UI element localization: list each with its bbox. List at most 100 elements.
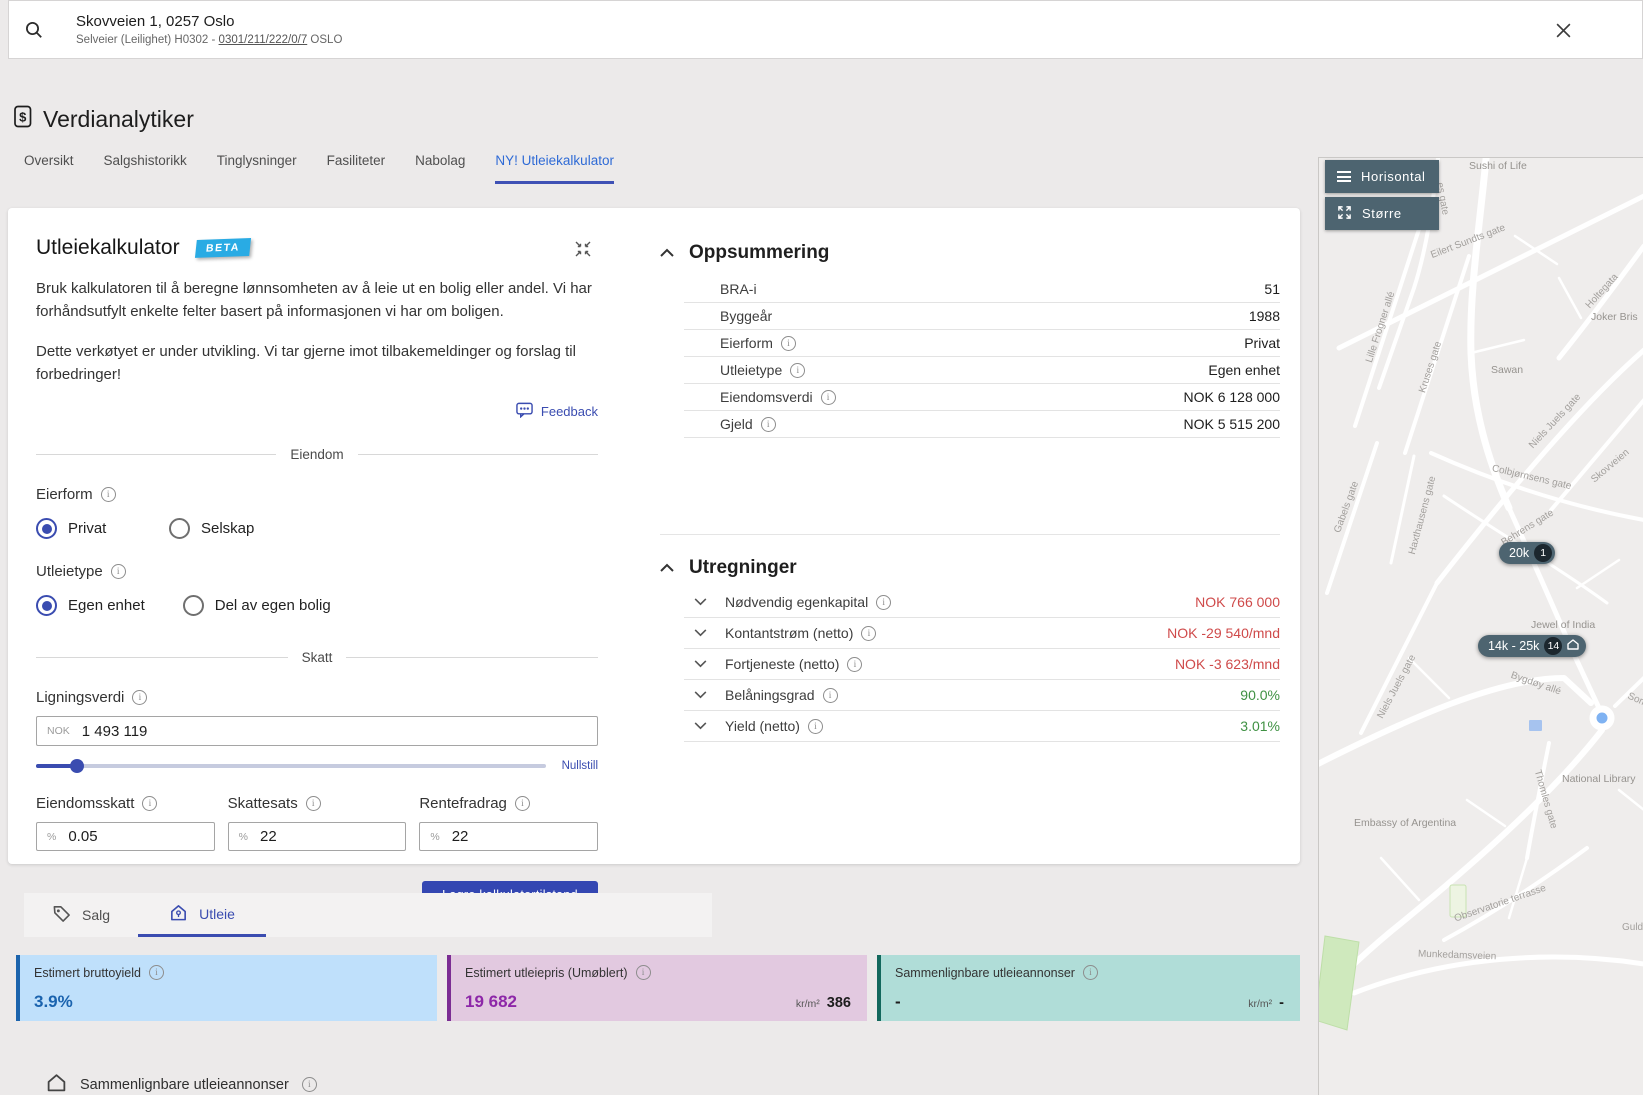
row-value: NOK -29 540/mnd [1167, 625, 1280, 641]
row-value: 3.01% [1240, 718, 1280, 734]
eiendomsskatt-input[interactable]: % 0.05 [36, 822, 215, 851]
skattesats-input[interactable]: % 22 [228, 822, 407, 851]
info-icon[interactable] [876, 595, 891, 610]
feedback-link[interactable]: Feedback [36, 402, 598, 421]
radio-label: Del av egen bolig [215, 597, 331, 614]
expandable-row[interactable]: Kontantstrøm (netto) NOK -29 540/mnd [684, 618, 1280, 649]
eierform-label: Eierform [36, 486, 93, 503]
calculations-title: Utregninger [689, 557, 797, 579]
table-row: Utleietype Egen enhet [684, 357, 1280, 384]
info-icon[interactable] [515, 796, 530, 811]
row-value: NOK -3 623/mnd [1175, 656, 1280, 672]
info-icon[interactable] [861, 626, 876, 641]
tab-utleie[interactable]: Utleie [138, 893, 266, 937]
tab-tinglysninger[interactable]: Tinglysninger [217, 153, 297, 184]
map-price-marker[interactable]: 14k - 25k 14 [1478, 635, 1586, 657]
tab-oversikt[interactable]: Oversikt [24, 153, 74, 184]
info-icon[interactable] [847, 657, 862, 672]
radio-egen-enhet[interactable]: Egen enhet [36, 595, 145, 616]
map-poi-label: Sushi of Life [1469, 160, 1527, 172]
cadastre-link[interactable]: 0301/211/222/0/7 [219, 34, 308, 46]
radio-privat[interactable]: Privat [36, 518, 131, 539]
column-divider [660, 534, 1280, 535]
radio-selskap[interactable]: Selskap [169, 518, 264, 539]
info-icon[interactable] [761, 417, 776, 432]
info-icon[interactable] [111, 564, 126, 579]
info-icon[interactable] [823, 688, 838, 703]
row-value: 51 [1264, 281, 1280, 297]
rentefradrag-input[interactable]: % 22 [419, 822, 598, 851]
card-label: Estimert utleiepris (Umøblert) [465, 966, 628, 980]
chat-icon [516, 402, 533, 421]
expandable-row[interactable]: Belåningsgrad 90.0% [684, 680, 1280, 711]
comparable-listings-row[interactable]: Sammenlignbare utleieannonser [46, 1072, 317, 1095]
info-icon[interactable] [302, 1077, 317, 1092]
svg-text:$: $ [19, 110, 27, 125]
table-row: Gjeld NOK 5 515 200 [684, 411, 1280, 438]
expand-icon [1337, 205, 1352, 223]
table-row: BRA-i 51 [684, 276, 1280, 303]
info-icon[interactable] [790, 363, 805, 378]
map-panel[interactable]: Sushi of Life es gate Eilert Sundts gate… [1318, 157, 1643, 1095]
info-icon[interactable] [306, 796, 321, 811]
ligningsverdi-slider[interactable] [36, 759, 546, 773]
info-icon[interactable] [101, 487, 116, 502]
tab-nabolag[interactable]: Nabolag [415, 153, 465, 184]
search-icon[interactable] [24, 20, 44, 40]
main-tabs: Oversikt Salgshistorikk Tinglysninger Fa… [24, 153, 614, 184]
utleietype-radio-group: Egen enhet Del av egen bolig [36, 595, 598, 616]
info-icon[interactable] [781, 336, 796, 351]
tab-salgshistorikk[interactable]: Salgshistorikk [104, 153, 187, 184]
unit-label: kr/m² [796, 998, 820, 1010]
intro-paragraph-2: Dette verkøtyet er under utvikling. Vi t… [36, 341, 598, 386]
radio-del-av-egen-bolig[interactable]: Del av egen bolig [183, 595, 331, 616]
marker-price: 14k - 25k [1488, 639, 1539, 653]
tab-salg[interactable]: Salg [24, 893, 138, 937]
info-icon[interactable] [149, 965, 164, 980]
storre-button[interactable]: Større [1325, 197, 1439, 230]
info-icon[interactable] [808, 719, 823, 734]
collapse-icon[interactable] [574, 240, 592, 263]
nullstill-link[interactable]: Nullstill [562, 760, 598, 772]
row-label: Utleietype [720, 362, 782, 378]
expandable-row[interactable]: Yield (netto) 3.01% [684, 711, 1280, 742]
expandable-row[interactable]: Fortjeneste (netto) NOK -3 623/mnd [684, 649, 1280, 680]
salg-utleie-tabs: Salg Utleie [24, 893, 712, 937]
row-value: 1988 [1249, 308, 1280, 324]
card-value: 3.9% [34, 992, 73, 1012]
row-label: Fortjeneste (netto) [725, 656, 839, 672]
info-icon[interactable] [636, 965, 651, 980]
slider-thumb[interactable] [70, 759, 84, 773]
chevron-down-icon [694, 691, 707, 699]
row-label: Byggeår [720, 308, 772, 324]
summary-rows: BRA-i 51 Byggeår 1988 Eierform Privat Ut… [684, 276, 1280, 438]
close-icon[interactable] [1555, 22, 1572, 44]
row-value: NOK 6 128 000 [1183, 389, 1280, 405]
info-icon[interactable] [821, 390, 836, 405]
input-value: 1 493 119 [82, 723, 148, 740]
row-label: Eierform [720, 335, 773, 351]
property-title: Skovveien 1, 0257 Oslo [76, 13, 342, 30]
tab-fasiliteter[interactable]: Fasiliteter [327, 153, 386, 184]
expandable-row[interactable]: Nødvendig egenkapital NOK 766 000 [684, 587, 1280, 618]
utleietype-label-row: Utleietype [36, 563, 598, 580]
info-icon[interactable] [132, 690, 147, 705]
calculations-section-header[interactable]: Utregninger [660, 557, 1280, 579]
input-value: 0.05 [68, 828, 97, 845]
marker-price: 20k [1509, 546, 1529, 560]
document-dollar-icon: $ [14, 105, 33, 133]
info-icon[interactable] [142, 796, 157, 811]
chevron-down-icon [694, 629, 707, 637]
summary-section-header[interactable]: Oppsummering [660, 242, 1280, 264]
house-icon [169, 903, 188, 925]
house-icon [1567, 639, 1579, 653]
horisontal-button[interactable]: Horisontal [1325, 160, 1439, 193]
tab-utleiekalkulator[interactable]: NY! Utleiekalkulator [495, 153, 614, 184]
radio-label: Selskap [201, 520, 254, 537]
ligningsverdi-input[interactable]: NOK 1 493 119 [36, 716, 598, 746]
table-row: Byggeår 1988 [684, 303, 1280, 330]
chevron-down-icon [694, 660, 707, 668]
map-price-marker[interactable]: 20k 1 [1499, 542, 1555, 564]
info-icon[interactable] [1083, 965, 1098, 980]
radio-icon [169, 518, 190, 539]
